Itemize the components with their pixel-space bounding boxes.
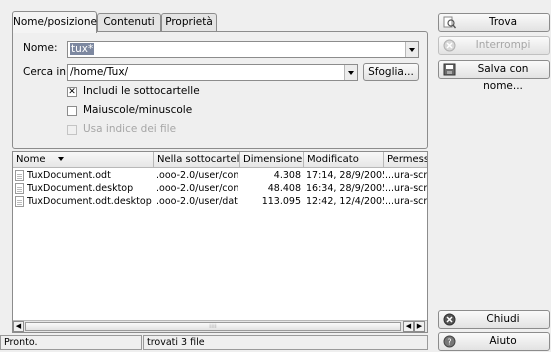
column-header-modified[interactable]: Modificato [304,152,384,168]
name-label: Nome: [23,42,58,54]
row-folder: .ooo-2.0/user/conf... [156,183,238,194]
scroll-right-icon[interactable]: ▶ [414,321,425,332]
case-sensitive-label: Maiuscole/minuscole [83,104,193,116]
use-index-checkbox [67,125,77,135]
find-icon [443,16,456,29]
results-list[interactable]: Nome Nella sottocartella Dimensione Modi… [12,151,428,333]
tab-label: Nome/posizione [13,16,97,28]
row-size: 113.095 [261,196,301,207]
horizontal-scrollbar[interactable]: ◀ ⁞⁞⁞⁞ ◀ ▶ [13,320,427,332]
use-index-label: Usa indice dei file [83,123,177,135]
scroll-left-icon[interactable]: ◀ [13,321,24,332]
column-header-permissions[interactable]: Permess [384,152,427,168]
find-label: Trova [488,16,518,28]
status-message: Pronto. [0,335,142,350]
close-label: Chiudi [486,313,520,325]
search-options-panel: Nome: tux* Cerca in: /home/Tux/ Sfoglia.… [12,31,428,149]
close-button[interactable]: Chiudi [438,310,550,329]
chevron-down-icon[interactable] [344,65,357,80]
scroll-left-icon[interactable]: ◀ [403,321,414,332]
tab-properties[interactable]: Proprietà [161,13,217,32]
svg-text:?: ? [447,338,451,347]
browse-button[interactable]: Sfoglia... [363,63,419,81]
row-permissions: ...ura-scrit [385,183,428,194]
column-header-size[interactable]: Dimensione [240,152,304,168]
file-icon [15,183,24,194]
scrollbar-thumb[interactable]: ⁞⁞⁞⁞ [25,322,401,331]
help-label: Aiuto [489,335,517,347]
tab-name-location[interactable]: Nome/posizione [12,11,97,33]
lookin-value: /home/Tux/ [70,66,129,78]
row-modified: 16:34, 28/9/2005 [306,183,384,194]
column-header-subfolder[interactable]: Nella sottocartella [154,152,240,168]
file-icon [15,170,24,181]
table-row[interactable]: TuxDocument.desktop .ooo-2.0/user/conf..… [13,182,428,195]
row-permissions: ...ura-scrit [385,196,428,207]
case-sensitive-checkbox[interactable] [67,106,77,116]
table-row[interactable]: TuxDocument.odt.desktop .ooo-2.0/user/da… [13,195,428,208]
browse-label: Sfoglia... [368,66,414,78]
row-size: 4.308 [273,170,301,181]
tab-label: Contenuti [103,16,155,28]
file-icon [15,196,24,207]
subfolders-label: Includi le sottocartelle [83,85,200,97]
tab-contents[interactable]: Contenuti [97,13,161,32]
row-name: TuxDocument.odt [27,170,111,181]
help-icon: ? [443,335,456,348]
stop-button: Interrompi [438,36,550,55]
sort-down-icon [57,157,64,161]
tab-label: Proprietà [165,16,213,28]
help-button[interactable]: ? Aiuto [438,332,550,351]
save-icon [443,63,456,76]
stop-label: Interrompi [475,39,531,51]
find-button[interactable]: Trova [438,13,550,32]
stop-icon [443,39,456,52]
save-as-label: Salva con nome... [477,63,529,92]
row-size: 48.408 [267,183,301,194]
row-folder: .ooo-2.0/user/dat... [156,196,238,207]
lookin-label: Cerca in: [23,66,70,78]
row-name: TuxDocument.odt.desktop [27,196,152,207]
column-header-name[interactable]: Nome [13,152,154,168]
subfolders-checkbox[interactable]: ✕ [67,87,77,97]
row-modified: 12:42, 12/4/2005 [306,196,384,207]
lookin-combo[interactable]: /home/Tux/ [67,64,358,81]
name-value: tux* [70,43,95,55]
row-permissions: ...ura-scrit [385,170,428,181]
row-folder: .ooo-2.0/user/conf... [156,170,238,181]
close-icon [443,313,456,326]
row-modified: 17:14, 28/9/2005 [306,170,384,181]
chevron-down-icon[interactable] [405,42,418,57]
status-count: trovati 3 file [143,335,428,350]
save-as-button[interactable]: Salva con nome... [438,60,550,92]
table-row[interactable]: TuxDocument.odt .ooo-2.0/user/conf... 4.… [13,169,428,182]
row-name: TuxDocument.desktop [27,183,134,194]
name-combo[interactable]: tux* [67,41,419,58]
